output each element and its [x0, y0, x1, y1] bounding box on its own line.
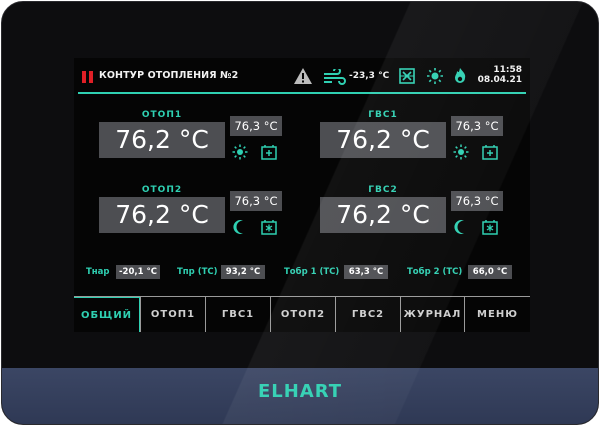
circuit-gvs1[interactable]: ГВС1 76,2 °C 76,3 °C: [320, 110, 503, 190]
circuit-temperature: 76,2 °C: [99, 197, 225, 233]
touch-screen: КОНТУР ОТОПЛЕНИЯ №2 -23,3 °C 11:58 08.04…: [74, 58, 530, 332]
device-bezel-bottom: ELHART: [2, 368, 598, 424]
sensor-value-return1: 63,3 °C: [344, 265, 388, 279]
clock-date: 08.04.21: [477, 75, 522, 85]
sensor-label-supply: Тпр (ТС): [177, 267, 218, 277]
circuit-temperature: 76,2 °C: [99, 122, 225, 158]
sensor-value-outdoor: -20,1 °C: [116, 265, 160, 279]
sun-icon: [453, 144, 469, 160]
sensor-label-return2: Тобр 2 (ТС): [407, 267, 463, 277]
circuit-otop2[interactable]: ОТОП2 76,2 °C 76,3 °C: [99, 185, 282, 265]
alarm-icon[interactable]: [82, 71, 94, 83]
heater-fault-icon: [399, 68, 415, 84]
tab-gvs1[interactable]: ГВС1: [205, 297, 270, 332]
moon-icon: [454, 220, 464, 234]
status-bar: КОНТУР ОТОПЛЕНИЯ №2 -23,3 °C 11:58 08.04…: [74, 58, 530, 92]
circuit-label: ГВС2: [368, 185, 398, 195]
circuit-title: КОНТУР ОТОПЛЕНИЯ №2: [99, 70, 239, 81]
warning-icon[interactable]: [293, 67, 313, 85]
circuit-temperature: 76,2 °C: [320, 122, 446, 158]
cooling-icon: [482, 220, 498, 235]
circuit-setpoint[interactable]: 76,3 °C: [230, 191, 282, 211]
tab-menu[interactable]: МЕНЮ: [464, 297, 530, 332]
header-divider: [78, 92, 526, 94]
sensor-label-outdoor: Тнар: [86, 267, 110, 277]
bottom-nav: ОБЩИЙ ОТОП1 ГВС1 ОТОП2 ГВС2 ЖУРНАЛ МЕНЮ: [74, 296, 530, 332]
circuit-label: ОТОП1: [141, 110, 183, 120]
tab-journal[interactable]: ЖУРНАЛ: [400, 297, 464, 332]
sensor-value-return2: 66,0 °C: [468, 265, 512, 279]
circuit-otop1[interactable]: ОТОП1 76,2 °C 76,3 °C: [99, 110, 282, 190]
moon-icon: [233, 220, 243, 234]
circuit-temperature: 76,2 °C: [320, 197, 446, 233]
tab-general[interactable]: ОБЩИЙ: [74, 297, 140, 332]
clock-time: 11:58: [493, 65, 522, 75]
circuit-gvs2[interactable]: ГВС2 76,2 °C 76,3 °C: [320, 185, 503, 265]
sun-icon: [427, 68, 443, 84]
circuit-label: ОТОП2: [141, 185, 183, 195]
circuit-setpoint[interactable]: 76,3 °C: [451, 116, 503, 136]
wind-icon: [324, 69, 346, 85]
sun-icon: [232, 144, 248, 160]
heater-icon: [261, 145, 277, 160]
circuit-setpoint[interactable]: 76,3 °C: [451, 191, 503, 211]
circuit-setpoint[interactable]: 76,3 °C: [230, 116, 282, 136]
sensor-label-return1: Тобр 1 (ТС): [284, 267, 340, 277]
controller-device: КОНТУР ОТОПЛЕНИЯ №2 -23,3 °C 11:58 08.04…: [1, 1, 599, 425]
flame-icon: [455, 68, 466, 83]
outdoor-temp: -23,3 °C: [349, 71, 390, 81]
cooling-icon: [261, 220, 277, 235]
clock: 11:58 08.04.21: [478, 65, 522, 85]
brand-logo: ELHART: [257, 381, 343, 402]
sensor-value-supply: 93,2 °C: [221, 265, 265, 279]
tab-otop1[interactable]: ОТОП1: [140, 297, 205, 332]
sensor-row: Тнар -20,1 °C Тпр (ТС) 93,2 °C Тобр 1 (Т…: [74, 264, 530, 280]
heater-icon: [482, 145, 498, 160]
tab-otop2[interactable]: ОТОП2: [270, 297, 335, 332]
circuit-label: ГВС1: [368, 110, 398, 120]
tab-gvs2[interactable]: ГВС2: [335, 297, 400, 332]
